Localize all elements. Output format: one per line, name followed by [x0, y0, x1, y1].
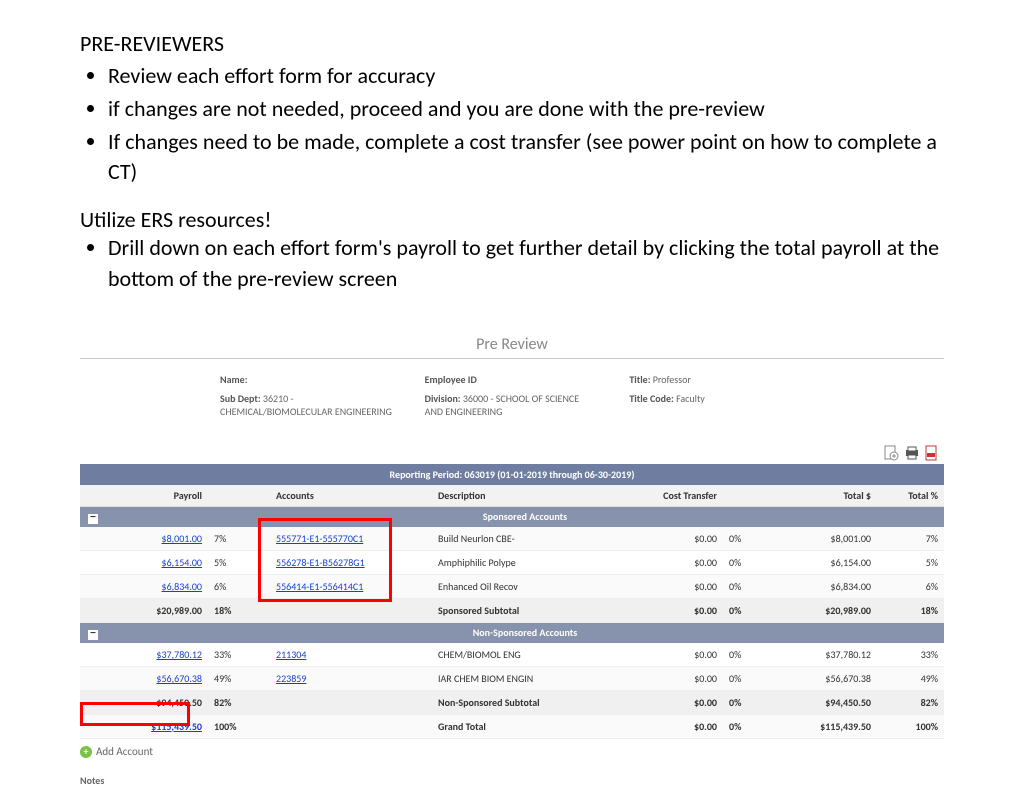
pre-review-title: Pre Review [80, 333, 944, 359]
table-row: $56,670.38 49% 223859 IAR CHEM BIOM ENGI… [80, 666, 944, 690]
export-icon[interactable] [881, 445, 899, 458]
tot: $8,001.00 [775, 527, 877, 551]
account-link[interactable]: 555771-E1-555770C1 [276, 532, 363, 545]
payroll-link[interactable]: $6,834.00 [162, 580, 203, 593]
table-row: $6,154.00 5% 556278-E1-B56278G1 Amphiphi… [80, 550, 944, 574]
col-accounts: Accounts [270, 485, 432, 507]
col-payroll: Payroll [106, 485, 208, 507]
payroll-link[interactable]: $8,001.00 [162, 532, 203, 545]
employee-meta: Name: Sub Dept: 36210 - CHEMICAL/BIOMOLE… [80, 373, 944, 444]
ct-pct: 0% [723, 527, 775, 551]
collapse-nonsponsored[interactable]: − [88, 630, 98, 640]
notes-label: Notes [80, 774, 340, 788]
payroll-link[interactable]: $37,780.12 [156, 648, 202, 661]
grand-total-payroll-link[interactable]: $115,439.50 [151, 720, 202, 733]
reporting-period: Reporting Period: 063019 (01-01-2019 thr… [80, 464, 944, 485]
resources-bullets: Drill down on each effort form's payroll… [80, 233, 944, 295]
division-label: Division: [425, 392, 461, 405]
grand-total: $115,439.50 100% Grand Total $0.00 0% $1… [80, 714, 944, 738]
title-label: Title: [629, 373, 650, 386]
payroll-link[interactable]: $56,670.38 [156, 672, 202, 685]
bullet-item: Drill down on each effort form's payroll… [108, 233, 944, 295]
title-value: Professor [653, 373, 691, 386]
col-cost-transfer: Cost Transfer [651, 485, 723, 507]
resources-heading: Utilize ERS resources! [80, 206, 944, 233]
add-account-button[interactable]: +Add Account [80, 745, 944, 758]
account-link[interactable]: 223859 [276, 672, 306, 685]
plus-icon: + [80, 746, 92, 758]
bullet-item: if changes are not needed, proceed and y… [108, 94, 944, 125]
pdf-icon[interactable] [922, 445, 940, 458]
account-link[interactable]: 556278-E1-B56278G1 [276, 556, 365, 569]
desc: Build Neurlon CBE- [432, 527, 651, 551]
col-total-pct: Total % [877, 485, 944, 507]
doc-bullets: Review each effort form for accuracy if … [80, 61, 944, 188]
table-row: $6,834.00 6% 556414-E1-556414C1 Enhanced… [80, 574, 944, 598]
subdept-label: Sub Dept: [220, 392, 261, 405]
titlecode-value: Faculty [676, 392, 705, 405]
titlecode-label: Title Code: [629, 392, 673, 405]
payroll-link[interactable]: $6,154.00 [162, 556, 203, 569]
name-label: Name: [220, 373, 247, 386]
table-row: $8,001.00 7% 555771-E1-555770C1 Build Ne… [80, 527, 944, 551]
ct-amt: $0.00 [651, 527, 723, 551]
account-link[interactable]: 556414-E1-556414C1 [276, 580, 363, 593]
bullet-item: If changes need to be made, complete a c… [108, 127, 944, 189]
section-sponsored: Sponsored Accounts [106, 506, 944, 527]
tot-pct: 7% [877, 527, 944, 551]
sponsored-subtotal: $20,989.00 18% Sponsored Subtotal $0.00 … [80, 598, 944, 622]
col-total-dollar: Total $ [775, 485, 877, 507]
bullet-item: Review each effort form for accuracy [108, 61, 944, 92]
pct: 7% [208, 527, 270, 551]
table-row: $37,780.12 33% 211304 CHEM/BIOMOL ENG $0… [80, 643, 944, 667]
section-nonsponsored: Non-Sponsored Accounts [106, 622, 944, 643]
collapse-sponsored[interactable]: − [88, 514, 98, 524]
doc-heading: PRE-REVIEWERS [80, 30, 944, 57]
print-icon[interactable] [902, 445, 920, 458]
empid-label: Employee ID [425, 373, 477, 386]
toolbar [80, 444, 944, 462]
nonsponsored-subtotal: $94,450.50 82% Non-Sponsored Subtotal $0… [80, 690, 944, 714]
effort-table: Reporting Period: 063019 (01-01-2019 thr… [80, 464, 944, 739]
col-description: Description [432, 485, 651, 507]
account-link[interactable]: 211304 [276, 648, 306, 661]
